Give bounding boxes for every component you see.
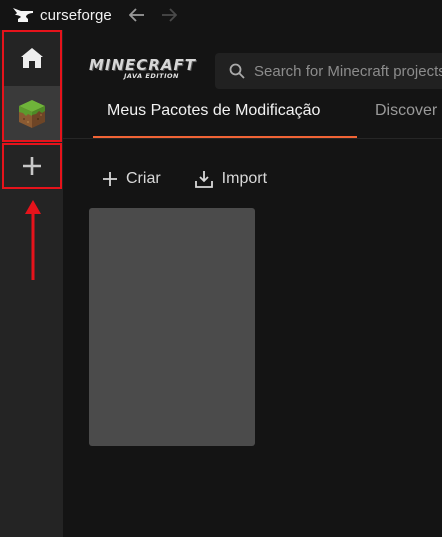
red-arrow-up-icon <box>25 200 41 280</box>
arrow-right-icon[interactable] <box>160 6 178 24</box>
curseforge-app: curseforge MINECRAFT JAVA EDITION Search… <box>0 0 442 537</box>
home-icon <box>20 48 43 68</box>
plus-icon <box>103 172 117 186</box>
tab-my-modpacks[interactable]: Meus Pacotes de Modificação <box>107 102 320 120</box>
import-label: Import <box>221 170 268 187</box>
add-game-button[interactable] <box>2 143 61 188</box>
app-name: curseforge <box>40 6 112 24</box>
history-nav <box>128 6 178 24</box>
import-button[interactable]: Import <box>194 170 268 188</box>
curseforge-anvil-icon <box>13 8 33 22</box>
main-panel: MINECRAFT JAVA EDITION Meus Pacotes de M… <box>63 30 442 537</box>
active-tab-indicator <box>93 136 357 138</box>
modpack-actions: Criar Import <box>103 170 267 188</box>
search-icon <box>229 63 245 79</box>
title-bar: curseforge <box>0 0 442 30</box>
tab-bar: Meus Pacotes de Modificação Discover <box>63 102 442 139</box>
arrow-left-icon[interactable] <box>128 6 146 24</box>
minecraft-logo-subtitle: JAVA EDITION <box>124 72 179 80</box>
plus-icon <box>22 156 41 175</box>
game-header: MINECRAFT JAVA EDITION <box>63 30 442 90</box>
minecraft-grass-block-icon <box>18 100 45 128</box>
search-input[interactable] <box>254 62 442 80</box>
tab-divider <box>63 138 442 139</box>
create-label: Criar <box>126 170 161 187</box>
modpack-card-placeholder[interactable] <box>89 208 255 446</box>
home-button[interactable] <box>2 30 61 86</box>
tab-discover[interactable]: Discover <box>375 102 437 120</box>
minecraft-game-button[interactable] <box>2 86 61 142</box>
game-sidebar <box>0 30 63 537</box>
brand: curseforge <box>0 6 112 24</box>
create-button[interactable]: Criar <box>103 170 161 188</box>
import-icon <box>194 171 213 188</box>
search-bar[interactable] <box>215 53 442 89</box>
minecraft-logo: MINECRAFT JAVA EDITION <box>89 56 199 84</box>
